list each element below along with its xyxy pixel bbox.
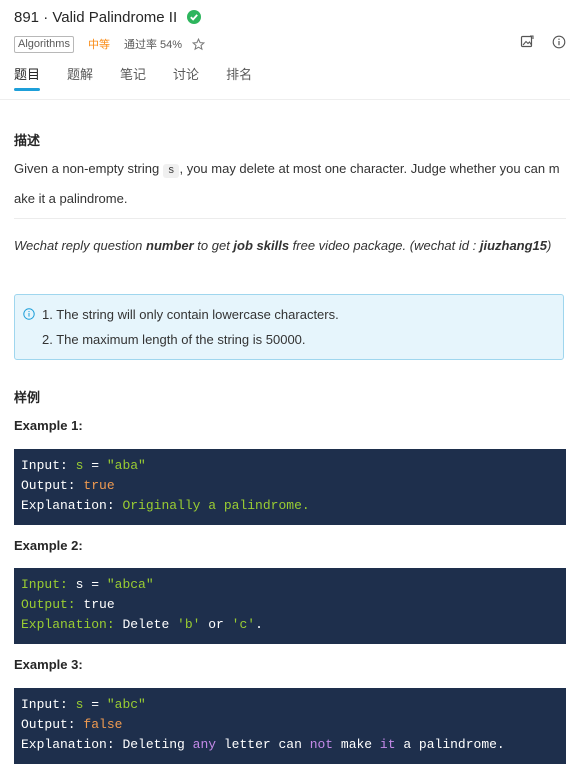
tab-problem[interactable]: 题目 xyxy=(14,64,41,91)
example-code-block: Input: s = "abca" Output: true Explanati… xyxy=(14,568,566,644)
example-code-block: Input: s = "aba" Output: true Explanatio… xyxy=(14,449,566,525)
problem-title: 891 · Valid Palindrome II xyxy=(14,8,178,26)
example-code-block: Input: s = "abc" Output: false Explanati… xyxy=(14,688,566,764)
solved-check-icon xyxy=(187,10,202,24)
example-title: Example 2: xyxy=(14,538,83,553)
tab-solutions[interactable]: 题解 xyxy=(67,64,93,91)
problem-header: 891 · Valid Palindrome II Algorithms 中等 … xyxy=(0,0,570,100)
section-divider xyxy=(14,218,566,219)
info-circle-icon xyxy=(23,308,35,320)
header-divider xyxy=(0,99,570,100)
wechat-promo: Wechat reply question number to get job … xyxy=(14,238,552,253)
description-text: Given a non-empty string s, you may dele… xyxy=(14,161,560,206)
note-line: 2. The maximum length of the string is 5… xyxy=(42,332,306,347)
tab-ranking[interactable]: 排名 xyxy=(226,64,252,91)
tab-notes[interactable]: 笔记 xyxy=(120,64,146,91)
algorithm-tag[interactable]: Algorithms xyxy=(14,35,74,53)
example-title: Example 3: xyxy=(14,657,83,672)
export-image-icon[interactable] xyxy=(520,35,534,49)
difficulty-label: 中等 xyxy=(87,39,110,51)
inline-code: s xyxy=(162,164,180,178)
tab-discussion[interactable]: 讨论 xyxy=(173,64,199,91)
pass-rate: 通过率 54% xyxy=(123,39,183,51)
note-line: 1. The string will only contain lowercas… xyxy=(42,307,339,322)
examples-heading: 样例 xyxy=(14,390,41,405)
description-heading: 描述 xyxy=(14,133,41,148)
note-box: 1. The string will only contain lowercas… xyxy=(14,294,564,360)
star-icon[interactable] xyxy=(192,37,206,51)
info-icon[interactable] xyxy=(552,35,566,49)
example-title: Example 1: xyxy=(14,418,83,433)
problem-tabs: 题目 题解 笔记 讨论 排名 xyxy=(14,64,279,91)
